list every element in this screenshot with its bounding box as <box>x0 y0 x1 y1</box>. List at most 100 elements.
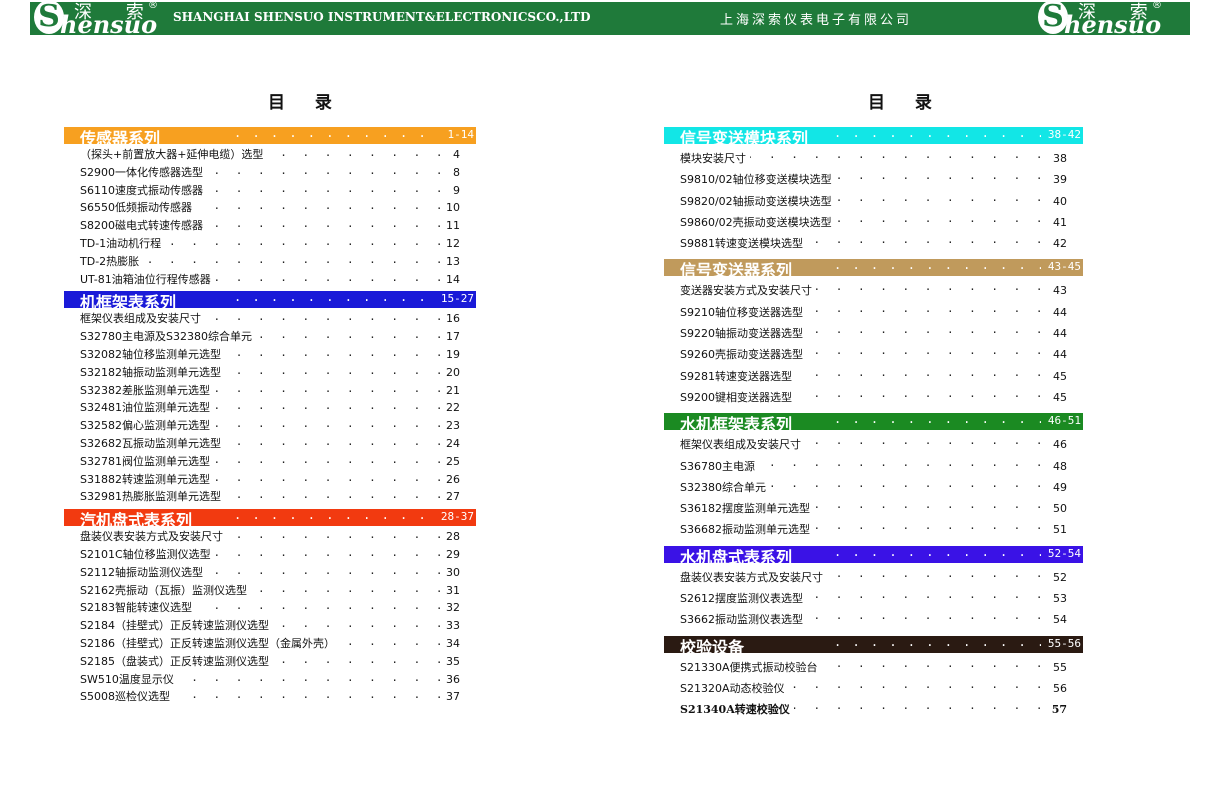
toc-entry-label: 框架仪表组成及安装尺寸 <box>80 310 205 329</box>
section-page-range: 15-27 <box>440 292 474 306</box>
toc-entry-page: 32 <box>442 599 460 618</box>
toc-entry[interactable]: . . . . . . . . . . . . . . . . . . . . … <box>664 386 1083 409</box>
toc-entry[interactable]: . . . . . . . . . . . . . . . . . . . . … <box>64 399 476 418</box>
section-page-range: 55-56 <box>1047 636 1081 650</box>
toc-entry[interactable]: . . . . . . . . . . . . . . . . . . . . … <box>664 498 1083 520</box>
toc-entry-label: S2184（挂壁式）正反转速监测仪选型 <box>80 617 273 635</box>
toc-entry[interactable]: . . . . . . . . . . . . . . . . . . . . … <box>64 617 476 635</box>
toc-entry[interactable]: . . . . . . . . . . . . . . . . . . . . … <box>64 310 476 329</box>
toc-entry-page: 38 <box>1049 148 1067 170</box>
toc-entry-label: S36682振动监测单元选型 <box>680 519 814 541</box>
toc-entry[interactable]: . . . . . . . . . . . . . . . . . . . . … <box>664 434 1083 456</box>
section-title: 水机框架表系列 <box>680 415 793 431</box>
section-header: 校验设备 . . . . . . . . . . . . . . . . . . … <box>664 635 1083 653</box>
toc-entry[interactable]: . . . . . . . . . . . . . . . . . . . . … <box>64 470 476 489</box>
section-page-range: 38-42 <box>1047 128 1081 141</box>
toc-entry-label: S6550低频振动传感器 <box>80 199 196 218</box>
toc-entry[interactable]: . . . . . . . . . . . . . . . . . . . . … <box>664 699 1083 721</box>
toc-entry[interactable]: . . . . . . . . . . . . . . . . . . . . … <box>664 609 1083 631</box>
toc-entry-page: 57 <box>1047 699 1067 721</box>
toc-entry[interactable]: . . . . . . . . . . . . . . . . . . . . … <box>64 688 476 707</box>
toc-entry-label: S31882转速监测单元选型 <box>80 470 214 489</box>
toc-entry[interactable]: . . . . . . . . . . . . . . . . . . . . … <box>664 280 1083 302</box>
toc-entry-page: 45 <box>1049 386 1067 409</box>
toc-entry-page: 29 <box>442 545 460 564</box>
toc-entry[interactable]: . . . . . . . . . . . . . . . . . . . . … <box>64 381 476 400</box>
toc-entry[interactable]: . . . . . . . . . . . . . . . . . . . . … <box>64 199 476 218</box>
toc-entry-page: 56 <box>1049 677 1067 700</box>
section-header: 信号变送模块系列 . . . . . . . . . . . . . . . . … <box>664 127 1083 144</box>
section-dot-leader: . . . . . . . . . . . . . . . . . . . . … <box>834 545 1041 559</box>
toc-entry[interactable]: . . . . . . . . . . . . . . . . . . . . … <box>64 270 476 289</box>
toc-entry[interactable]: . . . . . . . . . . . . . . . . . . . . … <box>664 677 1083 700</box>
toc-entry[interactable]: . . . . . . . . . . . . . . . . . . . . … <box>664 190 1083 212</box>
toc-entry[interactable]: . . . . . . . . . . . . . . . . . . . . … <box>64 452 476 471</box>
toc-entry[interactable]: . . . . . . . . . . . . . . . . . . . . … <box>664 169 1083 191</box>
toc-entry[interactable]: . . . . . . . . . . . . . . . . . . . . … <box>64 217 476 235</box>
section-title: 水机盘式表系列 <box>680 547 793 563</box>
toc-entry-page: 13 <box>442 252 460 271</box>
toc-entry[interactable]: . . . . . . . . . . . . . . . . . . . . … <box>64 181 476 200</box>
toc-entry[interactable]: . . . . . . . . . . . . . . . . . . . . … <box>64 363 476 382</box>
toc-entry[interactable]: . . . . . . . . . . . . . . . . . . . . … <box>64 545 476 564</box>
toc-entry[interactable]: . . . . . . . . . . . . . . . . . . . . … <box>664 455 1083 477</box>
toc-entry[interactable]: . . . . . . . . . . . . . . . . . . . . … <box>664 519 1083 541</box>
toc-entry-page: 35 <box>442 652 460 671</box>
toc-entry-label: S2183智能转速仪选型 <box>80 599 196 618</box>
toc-entry[interactable]: . . . . . . . . . . . . . . . . . . . . … <box>64 563 476 582</box>
toc-entry[interactable]: . . . . . . . . . . . . . . . . . . . . … <box>64 252 476 271</box>
section-header: 汽机盘式表系列 . . . . . . . . . . . . . . . . .… <box>64 509 476 527</box>
toc-entry-label: S9810/02轴位移变送模块选型 <box>680 169 836 191</box>
toc-entry[interactable]: . . . . . . . . . . . . . . . . . . . . … <box>64 146 476 164</box>
section-title: 传感器系列 <box>80 129 161 144</box>
toc-entry[interactable]: . . . . . . . . . . . . . . . . . . . . … <box>64 345 476 364</box>
toc-entry[interactable]: . . . . . . . . . . . . . . . . . . . . … <box>664 301 1083 324</box>
toc-entry[interactable]: . . . . . . . . . . . . . . . . . . . . … <box>664 323 1083 345</box>
toc-entry[interactable]: . . . . . . . . . . . . . . . . . . . . … <box>664 588 1083 610</box>
toc-entry[interactable]: . . . . . . . . . . . . . . . . . . . . … <box>64 599 476 618</box>
toc-entry[interactable]: . . . . . . . . . . . . . . . . . . . . … <box>664 148 1083 170</box>
toc-entry-page: 42 <box>1049 233 1067 255</box>
toc-entry[interactable]: . . . . . . . . . . . . . . . . . . . . … <box>64 417 476 435</box>
toc-entry[interactable]: . . . . . . . . . . . . . . . . . . . . … <box>664 476 1083 499</box>
section-dot-leader: . . . . . . . . . . . . . . . . . . . . … <box>234 291 434 305</box>
toc-entry-label: S32082轴位移监测单元选型 <box>80 345 225 364</box>
toc-entry-label: S36780主电源 <box>680 455 759 477</box>
section-page-range: 28-37 <box>440 510 474 524</box>
header-band: S 深 索 ® hensuo SHANGHAI SHENSUO INSTRUME… <box>0 0 1216 39</box>
toc-entry-page: 23 <box>442 417 460 435</box>
toc-entry-page: 24 <box>442 434 460 453</box>
toc-entry-page: 10 <box>442 199 460 218</box>
toc-entry[interactable]: . . . . . . . . . . . . . . . . . . . . … <box>664 656 1083 678</box>
toc-entry[interactable]: . . . . . . . . . . . . . . . . . . . . … <box>64 670 476 689</box>
toc-entry-label: 框架仪表组成及安装尺寸 <box>680 434 805 456</box>
toc-entry-label: S2186（挂壁式）正反转速监测仪选型（金属外壳） <box>80 634 339 653</box>
toc-entry[interactable]: . . . . . . . . . . . . . . . . . . . . … <box>64 234 476 253</box>
section-page-range: 43-45 <box>1047 260 1081 274</box>
toc-entry-page: 37 <box>442 688 460 707</box>
toc-entry-label: S32182轴振动监测单元选型 <box>80 363 225 382</box>
toc-entry-label: S6110速度式振动传感器 <box>80 181 207 200</box>
toc-entry[interactable]: . . . . . . . . . . . . . . . . . . . . … <box>64 652 476 671</box>
toc-entry[interactable]: . . . . . . . . . . . . . . . . . . . . … <box>664 211 1083 234</box>
toc-entry[interactable]: . . . . . . . . . . . . . . . . . . . . … <box>64 328 476 346</box>
section-page-range: 52-54 <box>1047 546 1081 560</box>
toc-entry-page: 36 <box>442 670 460 689</box>
toc-entry[interactable]: . . . . . . . . . . . . . . . . . . . . … <box>64 634 476 653</box>
toc-entry-page: 44 <box>1049 323 1067 345</box>
toc-entry-page: 26 <box>442 470 460 489</box>
toc-entry-page: 52 <box>1049 566 1067 589</box>
toc-entry-page: 50 <box>1049 498 1067 520</box>
toc-entry[interactable]: . . . . . . . . . . . . . . . . . . . . … <box>64 488 476 507</box>
toc-entry-label: S32380综合单元 <box>680 476 770 499</box>
toc-entry-page: 44 <box>1049 344 1067 366</box>
toc-entry-label: 盘装仪表安装方式及安装尺寸 <box>680 566 827 589</box>
toc-entry[interactable]: . . . . . . . . . . . . . . . . . . . . … <box>64 528 476 546</box>
toc-entry[interactable]: . . . . . . . . . . . . . . . . . . . . … <box>64 434 476 453</box>
toc-entry[interactable]: . . . . . . . . . . . . . . . . . . . . … <box>664 233 1083 255</box>
toc-entry[interactable]: . . . . . . . . . . . . . . . . . . . . … <box>664 344 1083 366</box>
toc-entry[interactable]: . . . . . . . . . . . . . . . . . . . . … <box>664 365 1083 387</box>
toc-entry[interactable]: . . . . . . . . . . . . . . . . . . . . … <box>64 163 476 182</box>
toc-entry[interactable]: . . . . . . . . . . . . . . . . . . . . … <box>664 566 1083 589</box>
toc-entry[interactable]: . . . . . . . . . . . . . . . . . . . . … <box>64 581 476 600</box>
